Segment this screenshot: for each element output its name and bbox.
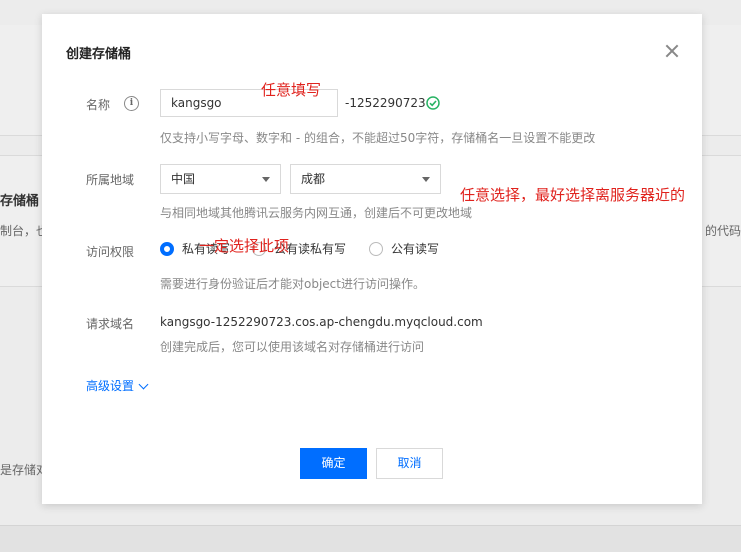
city-value: 成都 — [301, 172, 326, 186]
radio-dot — [369, 242, 383, 256]
background-title: 存储桶 — [0, 194, 40, 209]
radio-label: 公有读写 — [391, 242, 440, 256]
request-domain: kangsgo-1252290723.cos.ap-chengdu.myqclo… — [160, 315, 483, 329]
country-select[interactable]: 中国 — [160, 164, 281, 194]
country-value: 中国 — [171, 172, 196, 186]
annotation-access: 一定选择此项 — [199, 237, 290, 255]
cancel-button[interactable]: 取消 — [376, 448, 443, 479]
advanced-settings-label: 高级设置 — [86, 379, 135, 393]
annotation-region: 任意选择，最好选择离服务器近的 — [460, 186, 686, 204]
background-text: 是存储对 — [0, 463, 49, 477]
name-label: 名称 — [86, 98, 111, 112]
close-icon[interactable] — [664, 43, 680, 59]
create-bucket-dialog: 创建存储桶 名称 i kangsgo -1252290723 仅支持小写字母、数… — [42, 14, 702, 504]
info-icon[interactable]: i — [124, 96, 139, 111]
city-select[interactable]: 成都 — [290, 164, 441, 194]
caret-down-icon — [422, 177, 430, 182]
region-hint: 与相同地域其他腾讯云服务内网互通，创建后不可更改地域 — [160, 206, 473, 220]
dialog-title: 创建存储桶 — [66, 47, 132, 62]
access-hint: 需要进行身份验证后才能对object进行访问操作。 — [160, 277, 425, 291]
domain-hint: 创建完成后，您可以使用该域名对存储桶进行访问 — [160, 340, 425, 354]
caret-down-icon — [262, 177, 270, 182]
background-text: 制台，也 — [0, 224, 49, 238]
background-footer — [0, 525, 741, 552]
background-text: 的代码 — [704, 224, 741, 238]
check-circle-icon — [426, 96, 440, 110]
region-label: 所属地域 — [86, 173, 135, 187]
confirm-button[interactable]: 确定 — [300, 448, 367, 479]
chevron-down-icon — [138, 379, 149, 390]
name-hint: 仅支持小写字母、数字和 - 的组合，不能超过50字符，存储桶名一旦设置不能更改 — [160, 131, 596, 145]
access-label: 访问权限 — [86, 245, 135, 259]
domain-label: 请求域名 — [86, 317, 135, 331]
appid-suffix: -1252290723 — [345, 96, 426, 110]
radio-dot — [160, 242, 174, 256]
annotation-name: 任意填写 — [261, 81, 322, 99]
advanced-settings-toggle[interactable]: 高级设置 — [86, 377, 149, 394]
